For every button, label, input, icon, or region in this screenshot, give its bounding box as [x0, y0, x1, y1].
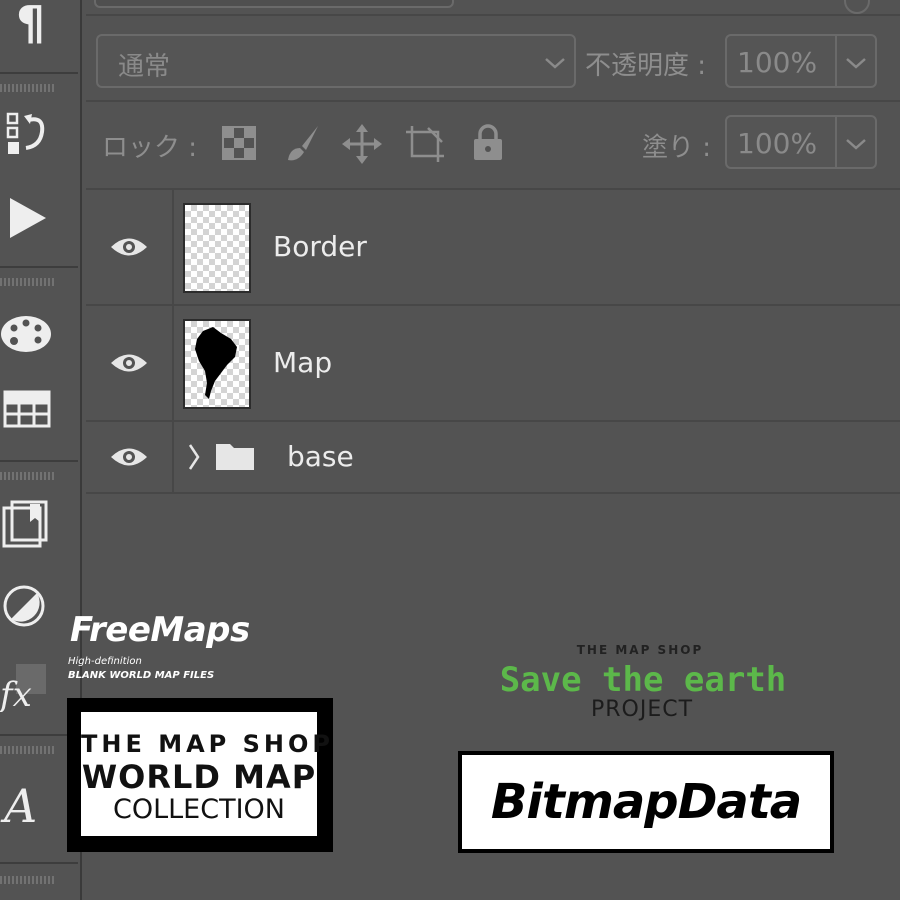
freemaps-subtitle: High-definition: [68, 656, 142, 667]
bitmapdata-badge: BitmapData: [458, 751, 834, 853]
layer-thumbnail-border: [183, 203, 251, 293]
layer-name[interactable]: Map: [273, 346, 332, 379]
layer-thumbnail-map: [183, 319, 251, 409]
folder-icon: [216, 444, 254, 470]
paragraph-glyph: ¶: [16, 0, 46, 50]
fill-field[interactable]: 100%: [725, 115, 877, 169]
adjustment-icon[interactable]: [0, 584, 78, 628]
tool-grip[interactable]: [0, 278, 56, 286]
panel-divider: [86, 100, 900, 102]
south-america-map-icon: [195, 327, 237, 399]
chevron-right-icon[interactable]: [186, 442, 202, 472]
tool-grip[interactable]: [0, 876, 56, 884]
collection-line: COLLECTION: [112, 794, 285, 825]
bitmapdata-label: BitmapData: [490, 774, 802, 830]
eye-visibility-icon[interactable]: [110, 350, 148, 376]
opacity-field[interactable]: 100%: [725, 34, 877, 88]
tool-divider: [0, 266, 78, 268]
table-icon[interactable]: [0, 388, 78, 430]
tool-divider: [0, 862, 78, 864]
field-divider: [835, 117, 837, 167]
lock-label: ロック :: [102, 133, 198, 163]
fill-value: 100%: [737, 127, 818, 160]
lock-artboard-icon[interactable]: [404, 124, 446, 164]
layer-row-map[interactable]: Map: [86, 306, 900, 420]
tool-divider: [0, 460, 78, 462]
stamp-title: Save the earth: [499, 660, 787, 700]
blend-mode-select[interactable]: 通常: [96, 34, 576, 88]
filter-toggle[interactable]: [844, 0, 870, 14]
field-divider: [835, 36, 837, 86]
eye-visibility-icon[interactable]: [110, 234, 148, 260]
layer-comps-icon[interactable]: [0, 500, 78, 552]
svg-text:fx: fx: [0, 675, 32, 712]
tool-grip[interactable]: [0, 472, 56, 480]
row-separator: [172, 306, 174, 420]
opacity-value: 100%: [737, 46, 818, 79]
tool-grip[interactable]: [0, 84, 56, 92]
layer-divider: [86, 492, 900, 494]
filter-field[interactable]: [94, 0, 454, 8]
collection-badge-inner: THE MAP SHOP WORLD MAP COLLECTION: [81, 712, 334, 836]
row-separator: [172, 190, 174, 304]
tool-grip[interactable]: [0, 746, 56, 754]
row-separator: [172, 422, 174, 492]
chevron-down-icon: [545, 58, 565, 69]
eye-visibility-icon[interactable]: [110, 444, 148, 470]
layer-name[interactable]: Border: [273, 230, 367, 263]
freemaps-subtitle: BLANK WORLD MAP FILES: [68, 670, 215, 681]
lock-position-move-icon[interactable]: [342, 124, 382, 164]
svg-text:A: A: [0, 779, 37, 830]
stamp-project: PROJECT: [590, 697, 694, 722]
freemaps-title: FreeMaps: [70, 610, 250, 650]
lock-pixels-brush-icon[interactable]: [282, 124, 322, 164]
chevron-down-icon[interactable]: [845, 137, 867, 151]
palette-icon[interactable]: [0, 312, 78, 356]
collection-line: THE MAP SHOP: [81, 730, 334, 758]
chevron-down-icon[interactable]: [845, 56, 867, 70]
lock-all-icon[interactable]: [472, 124, 504, 162]
opacity-label: 不透明度 :: [585, 51, 707, 81]
layer-name[interactable]: base: [287, 440, 354, 473]
stamp-header: THE MAP SHOP: [576, 643, 704, 657]
layer-row-border[interactable]: Border: [86, 190, 900, 304]
paragraph-icon[interactable]: ¶: [0, 0, 78, 46]
tool-divider: [0, 72, 78, 74]
collection-line: WORLD MAP: [81, 758, 317, 796]
play-icon[interactable]: [0, 192, 78, 242]
blend-mode-value: 通常: [118, 52, 171, 82]
bitmapdata-badge-inner: BitmapData: [462, 755, 830, 849]
history-icon[interactable]: [0, 110, 78, 162]
layer-group-base[interactable]: base: [86, 422, 900, 492]
lock-transparent-icon[interactable]: [222, 126, 256, 160]
panel-divider: [86, 14, 900, 16]
fill-label: 塗り :: [642, 133, 712, 163]
